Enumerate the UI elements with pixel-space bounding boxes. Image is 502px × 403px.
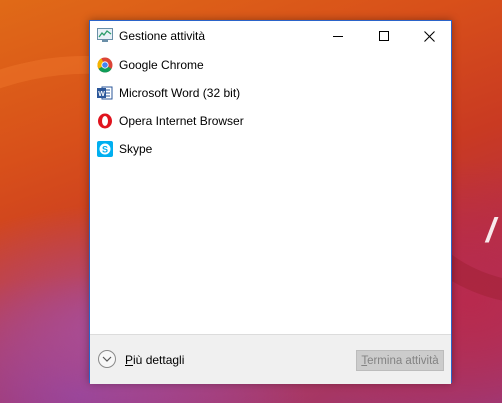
list-item-chrome[interactable]: Google Chrome [90,51,451,77]
svg-text:W: W [98,91,105,98]
app-label: Opera Internet Browser [119,114,244,128]
svg-text:S: S [102,145,108,155]
close-icon [423,30,435,42]
task-manager-window: Gestione attività Google Chrome W Micros… [89,20,452,384]
chrome-icon [97,57,113,73]
app-label: Skype [119,142,153,156]
title-bar[interactable]: Gestione attività [90,21,451,51]
list-item-word[interactable]: W Microsoft Word (32 bit) [90,79,451,105]
close-button[interactable] [406,21,452,51]
chevron-down-icon [98,350,116,368]
minimize-icon [333,36,343,37]
window-title: Gestione attività [119,29,206,43]
minimize-button[interactable] [315,21,361,51]
maximize-icon [379,31,389,41]
wallpaper-logo-fragment: / [486,212,496,250]
word-icon: W [97,86,113,100]
app-label: Google Chrome [119,58,204,72]
list-item-opera[interactable]: Opera Internet Browser [90,107,451,133]
list-item-skype[interactable]: S Skype [90,135,451,161]
maximize-button[interactable] [361,21,407,51]
more-details-label: Più dettagli [125,353,185,367]
opera-icon [98,113,112,129]
app-label: Microsoft Word (32 bit) [119,86,241,100]
end-task-label: Termina attività [361,354,439,367]
end-task-button[interactable]: Termina attività [356,350,444,371]
skype-icon: S [97,141,113,157]
task-manager-icon [97,28,113,42]
footer-bar: Più dettagli Termina attività [90,334,451,384]
